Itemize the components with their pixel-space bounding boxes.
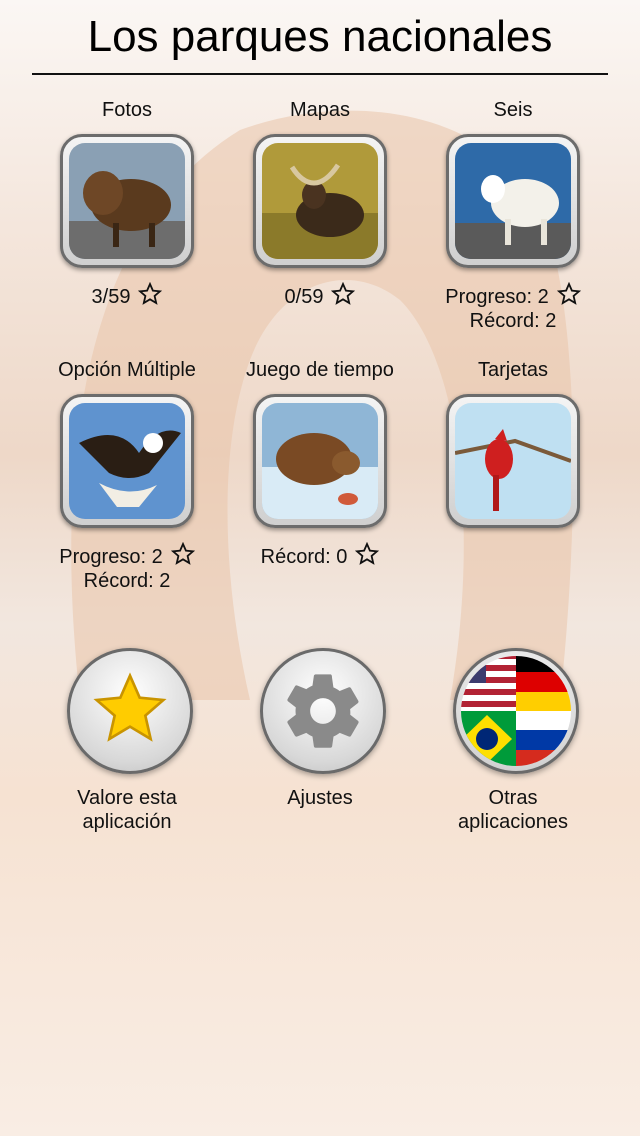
grizzly-bear-photo[interactable] [253,394,387,528]
mode-label: Fotos [101,99,153,121]
settings-button[interactable] [260,648,386,774]
photos-progress: 3/59 [91,286,131,308]
mc-record: Récord: 2 [83,570,171,592]
rate-app-button[interactable] [67,648,193,774]
modes-grid: Fotos 3/59 Mapas 0/59 Seis Progreso: 2 R… [0,0,640,1136]
flags-icon [461,656,571,766]
bald-eagle-photo[interactable] [60,394,194,528]
mc-progress: Progreso: 2 [59,546,163,568]
mode-photos[interactable]: Fotos 3/59 [27,98,227,309]
mode-label: Mapas [289,99,351,121]
mode-label: Juego de tiempo [246,359,394,381]
mountain-goat-photo[interactable] [446,134,580,268]
mode-six[interactable]: Seis Progreso: 2 Récord: 2 [413,98,613,333]
mode-multiple-choice[interactable]: Opción Múltiple Progreso: 2 Récord: 2 [27,358,227,593]
six-progress: Progreso: 2 [445,286,549,308]
maps-progress: 0/59 [284,286,324,308]
star-outline-icon [170,542,195,565]
star-outline-icon [355,542,380,565]
star-icon [93,672,167,742]
star-outline-icon [556,282,581,305]
rate-app-label: Valore esta aplicación [77,787,177,833]
star-outline-icon [138,282,163,305]
star-outline-icon [331,282,356,305]
other-apps-button[interactable] [453,648,579,774]
cardinal-bird-photo[interactable] [446,394,580,528]
mode-maps[interactable]: Mapas 0/59 [220,98,420,309]
settings-label: Ajustes [287,787,353,809]
six-record: Récord: 2 [469,310,557,332]
time-record: Récord: 0 [260,546,348,568]
mode-label: Seis [493,99,533,121]
mode-label: Opción Múltiple [58,359,196,381]
mode-label: Tarjetas [477,359,549,381]
moose-photo[interactable] [253,134,387,268]
bison-photo[interactable] [60,134,194,268]
other-apps-label: Otras aplicaciones [457,787,569,833]
gear-icon [287,674,359,748]
mode-flashcards[interactable]: Tarjetas [413,358,613,528]
mode-time-game[interactable]: Juego de tiempo Récord: 0 [220,358,420,569]
